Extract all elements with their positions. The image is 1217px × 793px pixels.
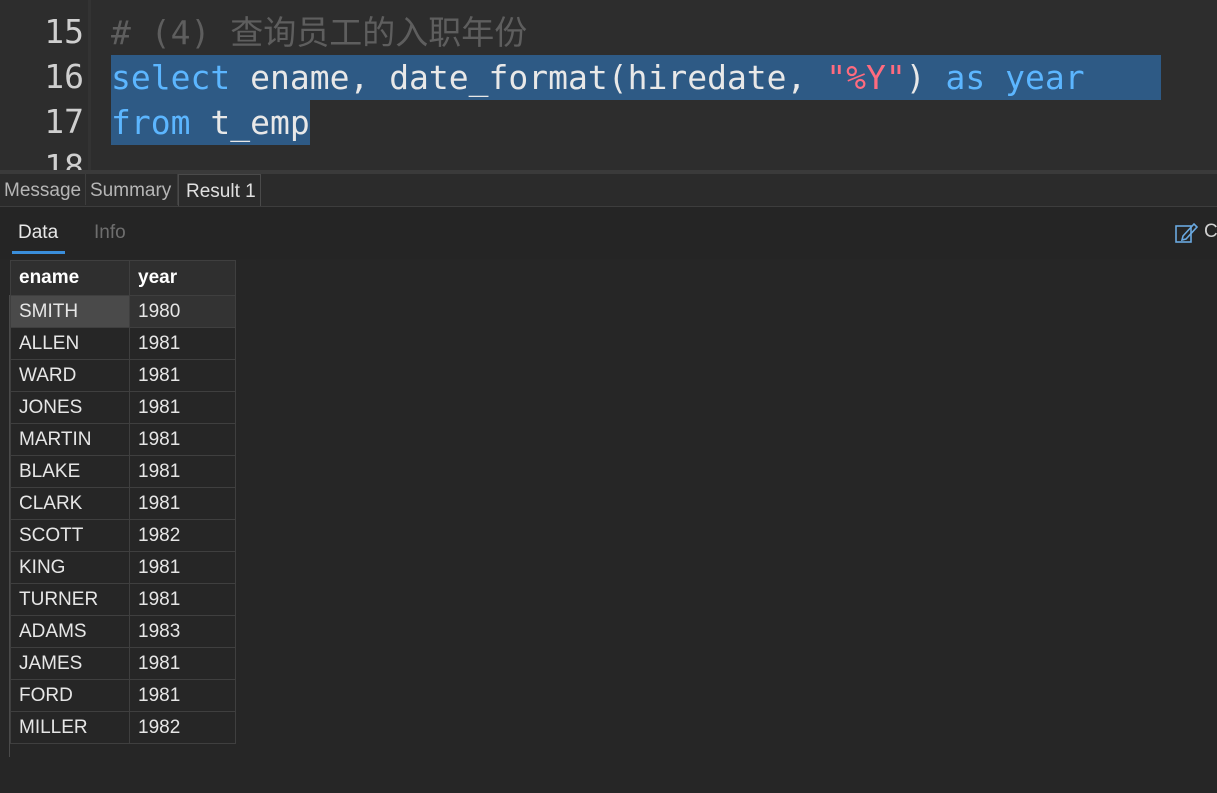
table-row[interactable]: SCOTT 1982 [10,519,236,552]
sql-editor[interactable]: 15 16 17 18 # (4) 查询员工的入职年份 select ename… [0,0,1217,170]
comment-hash: # [111,13,131,52]
table-name: t_emp [210,103,310,142]
row-marker[interactable] [0,559,10,592]
table-row[interactable]: ADAMS 1983 [10,615,236,648]
cell-year[interactable]: 1981 [129,647,236,680]
alias-year: year [1005,58,1085,97]
cell-year[interactable]: 1981 [129,391,236,424]
cell-ename[interactable]: ADAMS [10,615,130,648]
cell-ename[interactable]: ALLEN [10,327,130,360]
table-row[interactable]: WARD 1981 [10,359,236,392]
cell-ename[interactable]: KING [10,551,130,584]
cell-ename[interactable]: WARD [10,359,130,392]
cell-year[interactable]: 1982 [129,711,236,744]
cell-ename[interactable]: CLARK [10,487,130,520]
tab-result-1[interactable]: Result 1 [178,174,261,206]
table-row[interactable]: FORD 1981 [10,679,236,712]
table-row[interactable]: KING 1981 [10,551,236,584]
table-row[interactable]: MARTIN 1981 [10,423,236,456]
tab-message[interactable]: Message [0,174,86,205]
row-marker[interactable] [0,427,10,460]
row-marker[interactable] [0,691,10,724]
line-number: 17 [44,102,84,141]
code-line-15[interactable]: # (4) 查询员工的入职年份 [111,10,527,55]
table-row[interactable]: BLAKE 1981 [10,455,236,488]
row-marker[interactable] [0,394,10,427]
copy-button[interactable]: Co [1174,221,1217,247]
cell-year[interactable]: 1980 [129,295,236,328]
result-grid-area: ename year SMITH 1980 ALLEN 1981 WARD 1981 JON… [0,259,1217,793]
gutter-separator [88,0,91,170]
cell-year[interactable]: 1981 [129,679,236,712]
cell-year[interactable]: 1981 [129,327,236,360]
table-row[interactable]: SMITH 1980 [10,295,236,328]
cell-year[interactable]: 1981 [129,455,236,488]
keyword-from: from [111,103,191,142]
keyword-select: select [111,58,231,97]
cell-ename[interactable]: SCOTT [10,519,130,552]
cell-year[interactable]: 1981 [129,359,236,392]
cell-ename[interactable]: BLAKE [10,455,130,488]
code-line-17[interactable]: from t_emp [111,100,310,145]
comment-number: (4) [150,13,211,52]
code-line-16[interactable]: select ename, date_format(hiredate, "%Y"… [111,55,1161,100]
copy-label: Co [1204,221,1217,242]
cell-ename[interactable]: TURNER [10,583,130,616]
cell-year[interactable]: 1983 [129,615,236,648]
row-marker[interactable] [0,328,10,361]
table-row[interactable]: ALLEN 1981 [10,327,236,360]
function-call: date_format(hiredate, [389,58,807,97]
table-row[interactable]: TURNER 1981 [10,583,236,616]
line-number: 16 [44,57,84,96]
edit-icon [1175,222,1198,243]
column-header-year[interactable]: year [129,260,236,296]
row-marker[interactable] [0,526,10,559]
row-marker[interactable] [0,592,10,625]
cell-year[interactable]: 1981 [129,423,236,456]
line-number: 18 [44,147,84,170]
active-tab-indicator [12,251,65,254]
cell-year[interactable]: 1981 [129,551,236,584]
column-ename: ename, [250,58,370,97]
result-sub-tabs: Data Info Co [0,207,1217,259]
comment-text: 查询员工的入职年份 [230,13,528,52]
row-marker[interactable] [0,460,10,493]
row-marker[interactable] [0,361,10,394]
result-grid: ename year SMITH 1980 ALLEN 1981 WARD 1981 JON… [10,260,236,744]
cell-year[interactable]: 1981 [129,583,236,616]
cell-ename[interactable]: JAMES [10,647,130,680]
row-marker[interactable] [0,724,10,757]
row-marker[interactable] [0,493,10,526]
tab-info[interactable]: Info [94,222,126,244]
result-tab-bar: Message Summary Result 1 [0,174,1217,207]
close-paren: ) [905,58,926,97]
line-number-gutter: 15 16 17 18 [0,0,88,170]
cell-ename[interactable]: SMITH [10,295,130,328]
line-number: 15 [44,12,84,51]
format-string: "%Y" [826,58,906,97]
tab-summary[interactable]: Summary [86,174,178,205]
table-row[interactable]: JAMES 1981 [10,647,236,680]
row-marker[interactable] [0,295,10,328]
table-row[interactable]: MILLER 1982 [10,711,236,744]
header-row: ename year [10,260,236,296]
cell-ename[interactable]: JONES [10,391,130,424]
cell-ename[interactable]: MILLER [10,711,130,744]
row-marker[interactable] [0,658,10,691]
row-selector-column[interactable] [0,260,10,757]
keyword-as: as [945,58,986,97]
cell-ename[interactable]: FORD [10,679,130,712]
row-marker[interactable] [0,625,10,658]
column-header-ename[interactable]: ename [10,260,130,296]
tab-data[interactable]: Data [18,222,58,244]
cell-year[interactable]: 1981 [129,487,236,520]
table-row[interactable]: JONES 1981 [10,391,236,424]
table-row[interactable]: CLARK 1981 [10,487,236,520]
cell-ename[interactable]: MARTIN [10,423,130,456]
cell-year[interactable]: 1982 [129,519,236,552]
